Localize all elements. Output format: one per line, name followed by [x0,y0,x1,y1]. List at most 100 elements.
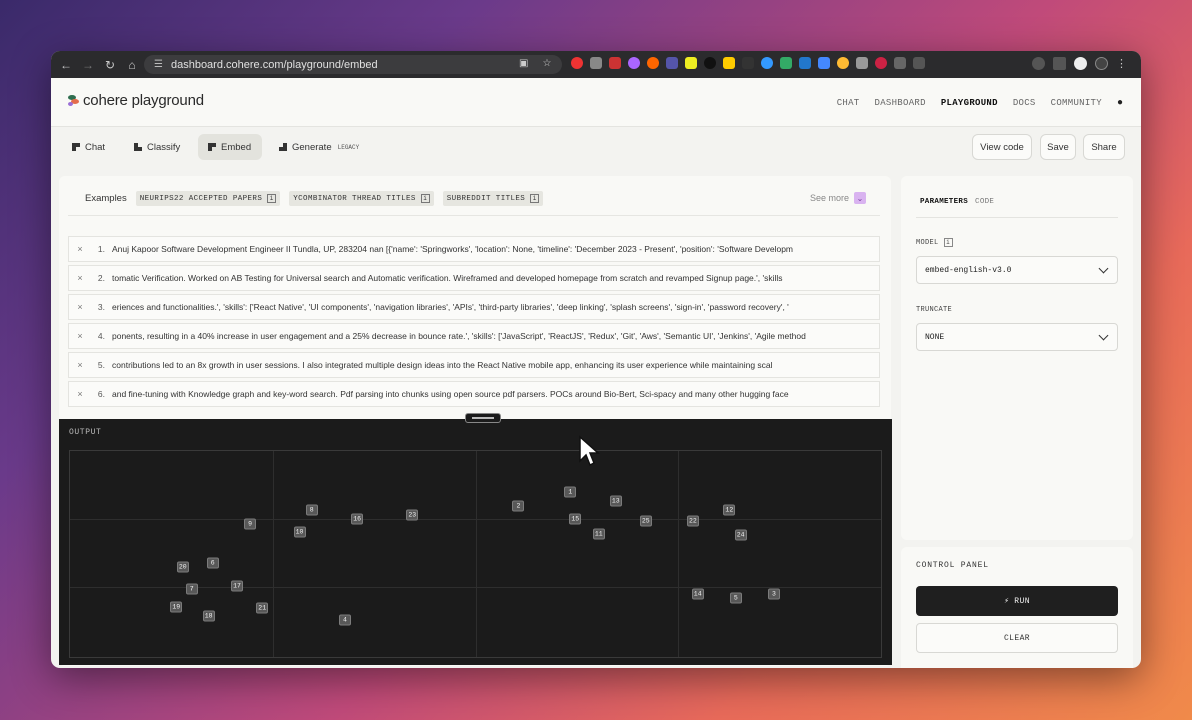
input-row[interactable]: × 5. contributions led to an 8x growth i… [68,352,880,378]
remove-icon[interactable]: × [69,389,91,399]
embedding-scatter-plot[interactable]: 1 2 3 4 5 6 7 8 9 10 11 12 13 14 15 16 17 18 19 20 21 22 23 24 2… [69,450,882,658]
scatter-point-14[interactable]: 14 [691,588,704,600]
bookmark-star-icon[interactable]: ☆ [542,58,551,69]
extension-icon[interactable] [666,57,678,69]
share-button[interactable]: Share [1083,134,1125,160]
extension-icon[interactable] [742,57,754,69]
input-text[interactable]: ponents, resulting in a 40% increase in … [112,331,806,341]
example-chip[interactable]: YCOMBINATOR THREAD TITLES i [289,191,434,206]
scatter-point-6[interactable]: 6 [206,557,219,569]
tab-classify[interactable]: Classify [124,134,190,160]
scatter-point-9[interactable]: 9 [244,518,257,530]
scatter-point-18[interactable]: 18 [202,610,215,622]
scatter-point-4[interactable]: 4 [338,614,351,626]
scatter-point-15[interactable]: 15 [569,513,582,525]
scatter-point-21[interactable]: 21 [256,602,269,614]
extension-icon[interactable] [590,57,602,69]
extension-icon[interactable] [856,57,868,69]
address-bar[interactable]: ☰ dashboard.cohere.com/playground/embed [144,55,562,74]
extension-icon[interactable] [818,57,830,69]
reading-list-icon[interactable] [1032,57,1045,70]
input-row[interactable]: × 1. Anuj Kapoor Software Development En… [68,236,880,262]
scatter-point-13[interactable]: 13 [609,495,622,507]
nav-chat[interactable]: CHAT [837,98,860,108]
sidepanel-icon[interactable] [1053,57,1066,70]
extension-icon[interactable] [780,57,792,69]
home-icon[interactable]: ⌂ [121,54,143,76]
model-select[interactable]: embed-english-v3.0 [916,256,1118,284]
remove-icon[interactable]: × [69,360,91,370]
extension-icon[interactable] [628,57,640,69]
tab-chat[interactable]: Chat [62,134,115,160]
extension-icon[interactable] [894,57,906,69]
extension-icon[interactable] [875,57,887,69]
scatter-point-1[interactable]: 1 [564,486,577,498]
input-row[interactable]: × 6. and fine-tuning with Knowledge grap… [68,381,880,407]
scatter-point-10[interactable]: 10 [293,526,306,538]
scatter-point-3[interactable]: 3 [767,588,780,600]
extension-icon[interactable] [685,57,697,69]
tab-code[interactable]: CODE [975,198,994,206]
see-more-button[interactable]: See more ⌄ [810,192,866,204]
input-text[interactable]: tomatic Verification. Worked on AB Testi… [112,273,783,283]
extension-icon[interactable] [799,57,811,69]
nav-dashboard[interactable]: DASHBOARD [875,98,926,108]
tab-parameters[interactable]: PARAMETERS [920,198,968,206]
example-chip[interactable]: SUBREDDIT TITLES i [442,191,544,206]
reload-icon[interactable]: ↻ [99,54,121,76]
run-button[interactable]: ⚡︎ RUN [916,586,1118,616]
tab-generate[interactable]: Generate LEGACY [269,134,369,160]
example-chip[interactable]: NEURIPS22 ACCEPTED PAPERS i [135,191,281,206]
scatter-point-23[interactable]: 23 [406,509,419,521]
remove-icon[interactable]: × [69,273,91,283]
scatter-point-19[interactable]: 19 [170,601,183,613]
scatter-point-17[interactable]: 17 [231,580,244,592]
extension-icon[interactable] [647,57,659,69]
scatter-point-8[interactable]: 8 [305,504,318,515]
scatter-point-16[interactable]: 16 [351,513,364,525]
scatter-point-25[interactable]: 25 [639,515,652,527]
remove-icon[interactable]: × [69,302,91,312]
resize-handle[interactable] [465,413,501,423]
input-row[interactable]: × 3. eriences and functionalities.', 'sk… [68,294,880,320]
forward-icon[interactable]: → [77,54,99,76]
scatter-point-2[interactable]: 2 [512,500,525,512]
scatter-point-24[interactable]: 24 [734,529,747,541]
more-menu-icon[interactable]: ⋮ [1116,57,1127,70]
site-settings-icon[interactable]: ☰ [154,59,163,70]
remove-icon[interactable]: × [69,331,91,341]
input-text[interactable]: contributions led to an 8x growth in use… [112,360,773,370]
scatter-point-22[interactable]: 22 [686,515,699,527]
input-text[interactable]: and fine-tuning with Knowledge graph and… [112,389,789,399]
user-icon[interactable]: ● [1117,97,1123,108]
extension-icon[interactable] [609,57,621,69]
scatter-point-5[interactable]: 5 [729,592,742,604]
scatter-point-12[interactable]: 12 [723,504,736,515]
tab-embed[interactable]: Embed [198,134,262,160]
clear-button[interactable]: CLEAR [916,623,1118,653]
profile-avatar[interactable] [1095,57,1108,70]
truncate-select[interactable]: NONE [916,323,1118,351]
view-code-button[interactable]: View code [972,134,1032,160]
input-text[interactable]: eriences and functionalities.', 'skills'… [112,302,789,312]
input-row[interactable]: × 4. ponents, resulting in a 40% increas… [68,323,880,349]
cohere-logo[interactable]: cohere playground [68,92,204,109]
nav-docs[interactable]: DOCS [1013,98,1036,108]
cast-icon[interactable]: ▣ [519,58,528,69]
back-icon[interactable]: ← [55,54,77,76]
nav-community[interactable]: COMMUNITY [1051,98,1102,108]
input-row[interactable]: × 2. tomatic Verification. Worked on AB … [68,265,880,291]
input-text[interactable]: Anuj Kapoor Software Development Enginee… [112,244,793,254]
save-button[interactable]: Save [1040,134,1076,160]
nav-playground[interactable]: PLAYGROUND [941,98,998,108]
scatter-point-20[interactable]: 20 [176,561,189,573]
remove-icon[interactable]: × [69,244,91,254]
google-icon[interactable] [1074,57,1087,70]
puzzle-icon[interactable] [913,57,925,69]
extension-icon[interactable] [704,57,716,69]
extension-icon[interactable] [723,57,735,69]
scatter-point-7[interactable]: 7 [185,583,198,595]
extension-icon[interactable] [837,57,849,69]
extension-icon[interactable] [761,57,773,69]
scatter-point-11[interactable]: 11 [592,528,605,540]
